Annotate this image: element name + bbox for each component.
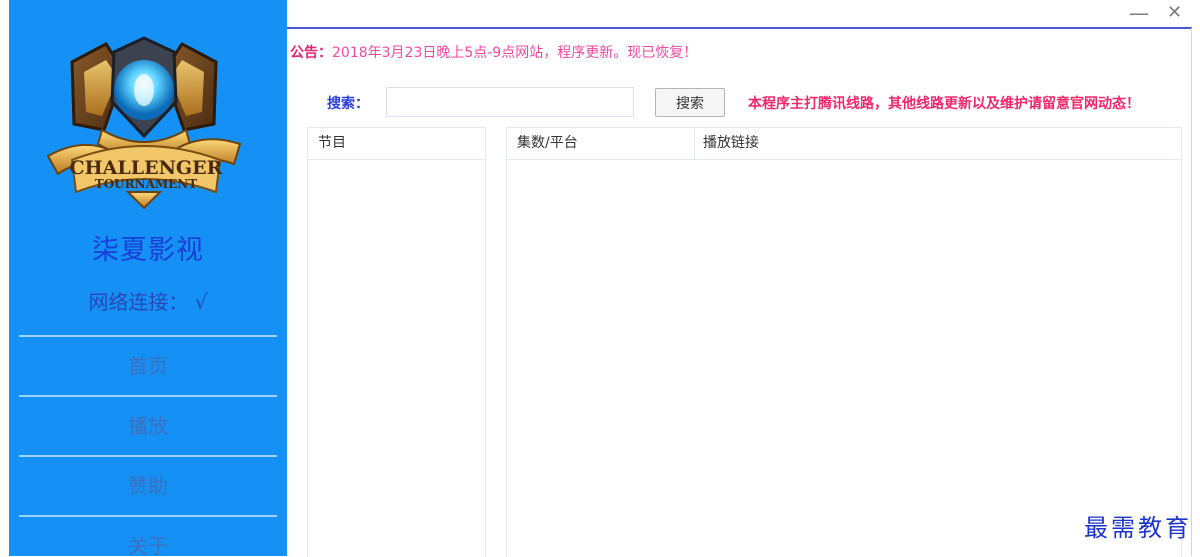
app-name: 柒夏影视 — [92, 235, 204, 266]
nav-divider — [19, 515, 277, 517]
column-header-program[interactable]: 节目 — [318, 128, 346, 159]
nav-divider — [19, 335, 277, 337]
minimize-icon[interactable]: — — [1129, 2, 1149, 24]
column-divider[interactable] — [694, 128, 695, 159]
programs-list-header: 节目 — [308, 128, 485, 160]
watermark: 最需教育 — [1084, 514, 1192, 542]
close-icon[interactable]: ✕ — [1167, 2, 1182, 24]
search-label: 搜索： — [327, 96, 369, 112]
nav-item-play[interactable]: 播放 — [19, 398, 277, 454]
search-input[interactable] — [386, 87, 634, 117]
column-header-play-link[interactable]: 播放链接 — [703, 128, 759, 159]
sidebar: CHALLENGER TOURNAMENT 柒夏影视 网络连接： √ 首页 播放… — [9, 0, 287, 556]
window-left-edge — [0, 0, 9, 556]
main-area: — ✕ 公告：2018年3月23日晚上5点-9点网站，程序更新。现已恢复！ 搜索… — [287, 0, 1200, 557]
logo-text-bottom: TOURNAMENT — [95, 177, 197, 191]
nav-item-sponsor[interactable]: 赞助 — [19, 458, 277, 514]
window-right-border — [1191, 28, 1192, 556]
logo-text-top: CHALLENGER — [70, 157, 223, 179]
nav-item-home[interactable]: 首页 — [19, 338, 277, 394]
nav-divider — [19, 455, 277, 457]
column-header-episode-platform[interactable]: 集数/平台 — [517, 128, 578, 159]
announcement-text: 2018年3月23日晚上5点-9点网站，程序更新。现已恢复！ — [332, 45, 698, 61]
announcement-label: 公告： — [290, 45, 332, 61]
service-notice: 本程序主打腾讯线路，其他线路更新以及维护请留意官网动态！ — [748, 96, 1140, 112]
episodes-table-header: 集数/平台 播放链接 — [507, 128, 1181, 160]
network-status: 网络连接： √ — [88, 290, 208, 314]
search-button[interactable]: 搜索 — [655, 88, 725, 117]
challenger-tournament-logo: CHALLENGER TOURNAMENT — [46, 36, 242, 210]
title-bar-border — [287, 27, 1192, 29]
episodes-table[interactable]: 集数/平台 播放链接 — [506, 127, 1182, 557]
programs-list[interactable]: 节目 — [307, 127, 486, 557]
nav-divider — [19, 395, 277, 397]
announcement: 公告：2018年3月23日晚上5点-9点网站，程序更新。现已恢复！ — [290, 42, 697, 62]
nav-item-about[interactable]: 关于 — [19, 518, 277, 556]
